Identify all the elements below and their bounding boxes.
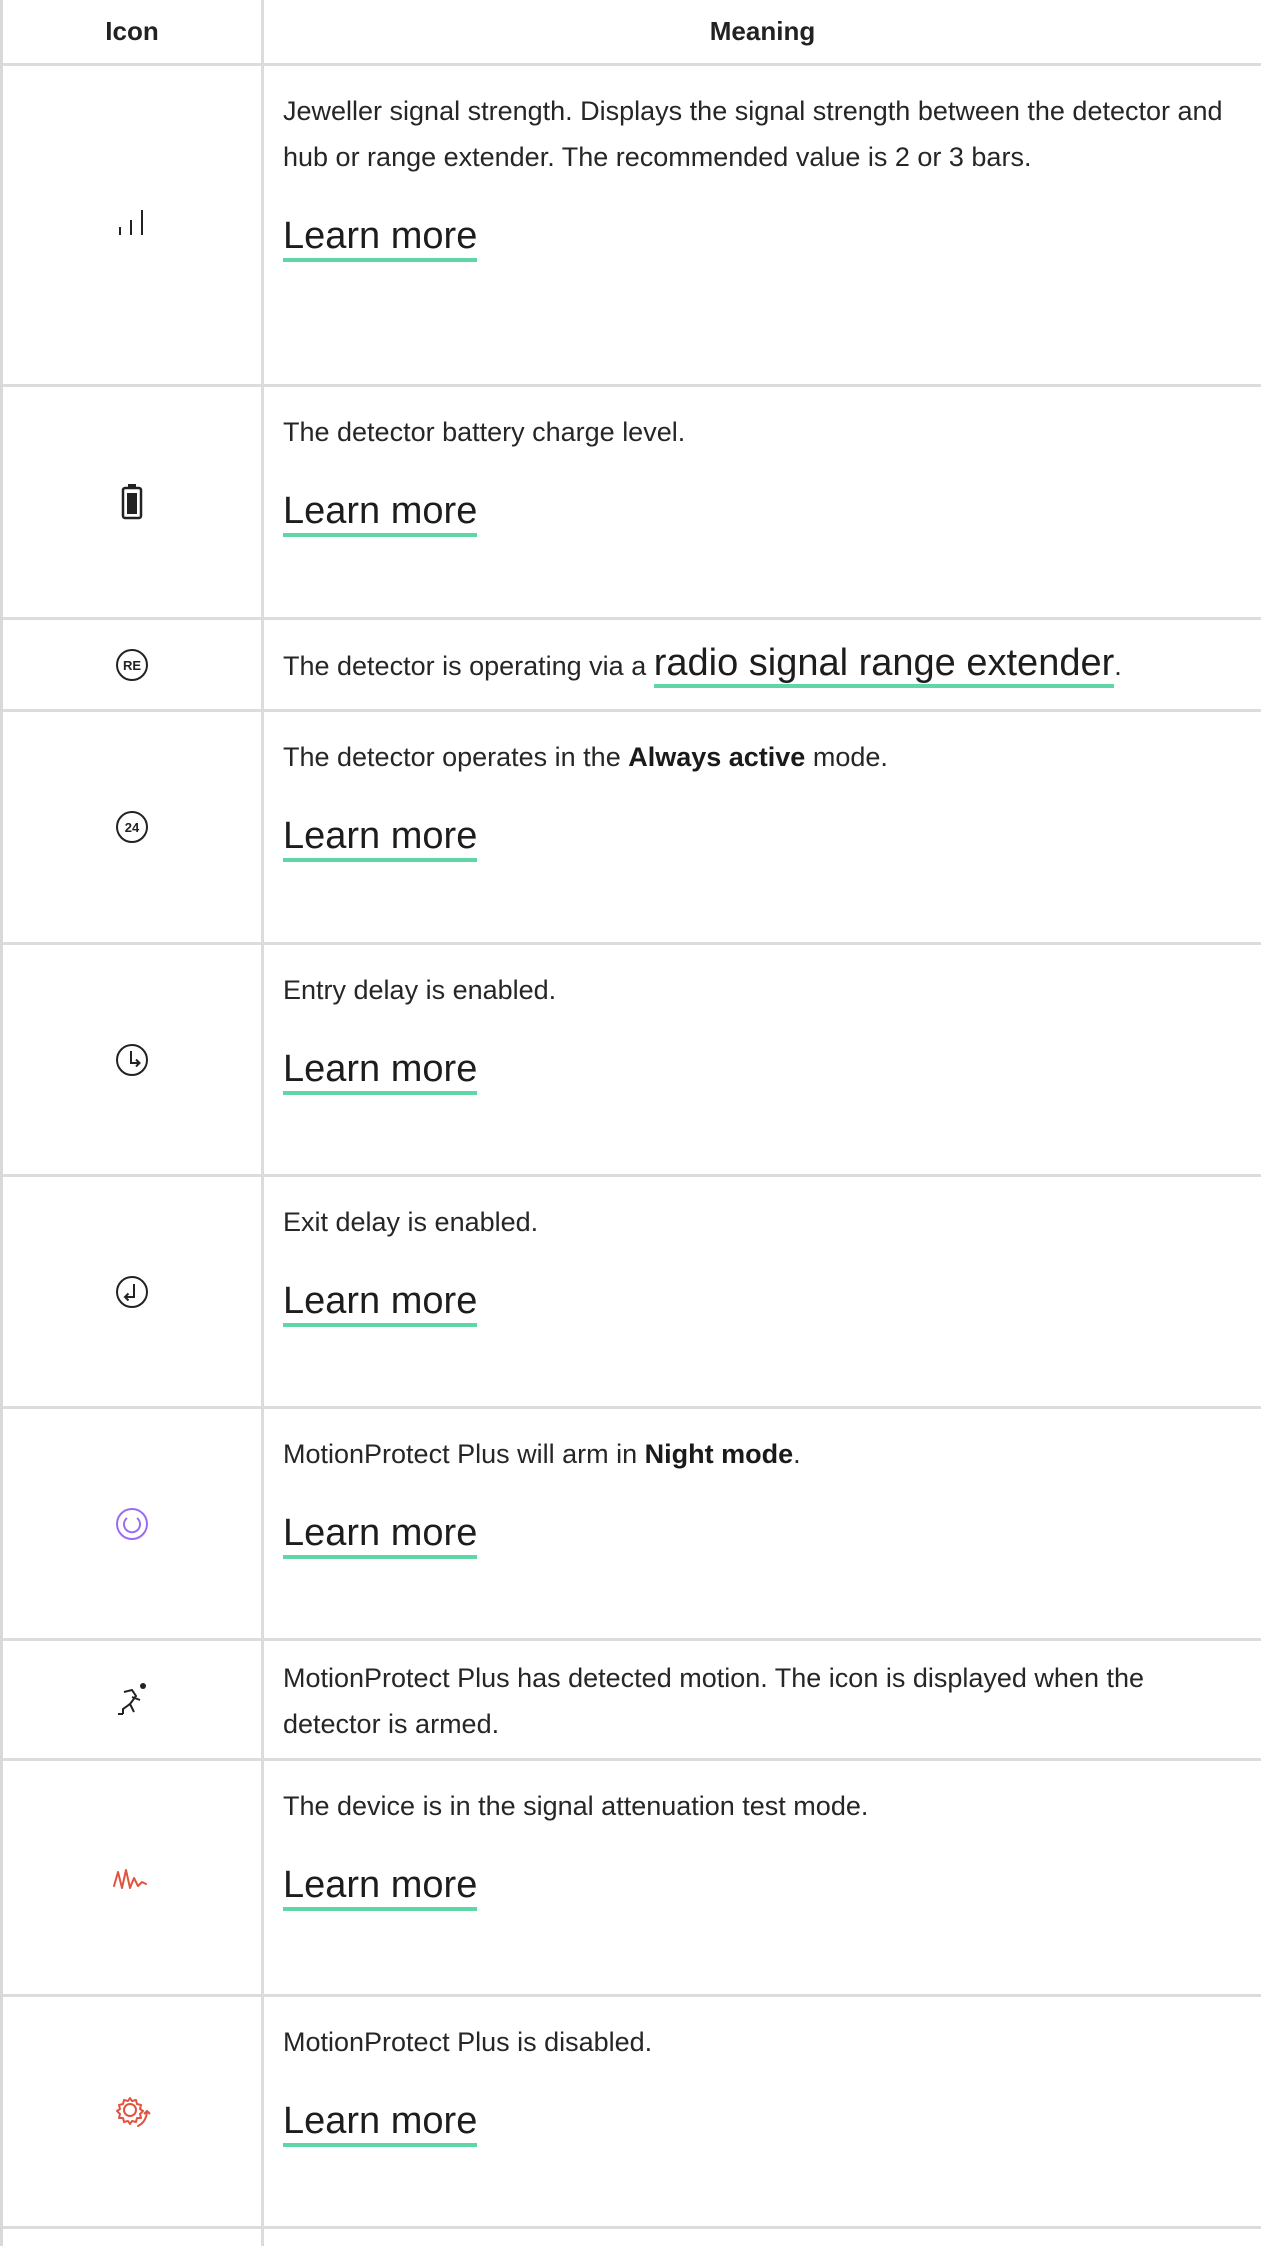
range-extender-link[interactable]: radio signal range extender	[653, 642, 1115, 688]
learn-more-link[interactable]: Learn more	[283, 814, 478, 862]
svg-text:RE: RE	[123, 658, 141, 673]
table-row: Entry delay is enabled. Learn more	[3, 945, 1261, 1177]
row-text: The detector operates in the Always acti…	[283, 742, 888, 772]
row-text: MotionProtect Plus has detected motion. …	[283, 1663, 1144, 1739]
battery-icon	[121, 484, 143, 520]
table-row: Jeweller signal strength. Displays the s…	[3, 66, 1261, 387]
learn-more-link[interactable]: Learn more	[283, 1047, 478, 1095]
learn-more-link[interactable]: Learn more	[283, 2099, 478, 2147]
row-text: The device is in the signal attenuation …	[283, 1791, 869, 1821]
row-text: The detector battery charge level.	[283, 417, 686, 447]
entry-delay-icon	[116, 1043, 148, 1076]
row-text: The detector is operating via a radio si…	[283, 638, 1261, 691]
row-text: Entry delay is enabled.	[283, 975, 557, 1005]
icons-table: Icon Meaning Jeweller signal strength. D…	[0, 0, 1261, 2246]
learn-more-link[interactable]: Learn more	[283, 1279, 478, 1327]
table-header-row: Icon Meaning	[3, 0, 1261, 66]
header-icon-column: Icon	[105, 16, 159, 46]
row-text: MotionProtect Plus is disabled.	[283, 2027, 653, 2057]
night-mode-icon	[116, 1507, 148, 1540]
svg-text:24: 24	[125, 820, 140, 835]
table-row: 24 The detector operates in the Always a…	[3, 712, 1261, 945]
table-row: MotionProtect Plus has detected motion. …	[3, 1641, 1261, 1761]
learn-more-link[interactable]: Learn more	[283, 214, 478, 262]
row-text: MotionProtect Plus will arm in Night mod…	[283, 1439, 801, 1469]
table-row: Exit delay is enabled. Learn more	[3, 1177, 1261, 1409]
motion-detected-icon	[118, 1682, 146, 1715]
learn-more-link[interactable]: Learn more	[283, 489, 478, 537]
table-row: The detector battery charge level. Learn…	[3, 387, 1261, 620]
signal-strength-icon	[119, 210, 143, 235]
table-row: MotionProtect Plus will arm in Night mod…	[3, 1409, 1261, 1641]
device-disabled-icon	[116, 2096, 151, 2127]
row-text: Jeweller signal strength. Displays the s…	[283, 96, 1223, 172]
attenuation-test-icon	[113, 1868, 147, 1889]
header-meaning-column: Meaning	[709, 16, 816, 46]
always-active-icon: 24	[116, 811, 148, 843]
range-extender-icon: RE	[116, 648, 148, 681]
exit-delay-icon	[116, 1275, 148, 1308]
table-row: MotionProtect Plus is disabled. Learn mo…	[3, 1997, 1261, 2229]
table-row: RE The detector is operating via a radio…	[3, 620, 1261, 712]
learn-more-link[interactable]: Learn more	[283, 1511, 478, 1559]
row-text: Exit delay is enabled.	[283, 1207, 539, 1237]
learn-more-link[interactable]: Learn more	[283, 1863, 478, 1911]
table-row: The device is in the signal attenuation …	[3, 1761, 1261, 1997]
